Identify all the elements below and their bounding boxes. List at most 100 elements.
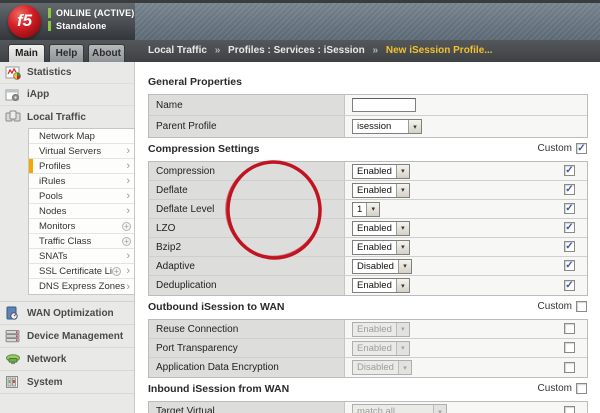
chevron-right-icon: › [126, 146, 130, 156]
row-custom-checkbox[interactable] [564, 323, 575, 334]
submenu-label: Network Map [39, 131, 95, 142]
field-label: Compression [149, 162, 345, 180]
iapp-icon [5, 88, 22, 102]
chevron-right-icon: › [126, 266, 130, 276]
logo-area: f5 ONLINE (ACTIVE) Standalone [0, 3, 135, 43]
chevron-right-icon: › [126, 282, 130, 292]
custom-checkbox[interactable] [576, 383, 587, 394]
sidebar-item-network[interactable]: Network [0, 348, 134, 371]
sidebar-item-ssl-certificate-list[interactable]: SSL Certificate List + › [29, 264, 134, 279]
field-label: Deduplication [149, 276, 345, 295]
create-plus-icon[interactable]: + [122, 222, 131, 231]
parent-profile-select[interactable]: isession ▾ [352, 119, 422, 134]
table-row: Deflate Enabled▾ ✓ [149, 181, 587, 200]
deduplication-select[interactable]: Enabled▾ [352, 278, 410, 293]
lzo-select[interactable]: Enabled▾ [352, 221, 410, 236]
sidebar-item-pools[interactable]: Pools › [29, 189, 134, 204]
submenu-label: Profiles [39, 161, 71, 172]
sidebar-item-wan-optimization[interactable]: WAN Optimization [0, 302, 134, 325]
breadcrumb-current-page: New iSession Profile... [386, 45, 493, 56]
custom-label: Custom [538, 301, 572, 312]
submenu-label: SSL Certificate List [39, 266, 119, 277]
row-custom-checkbox[interactable] [564, 362, 575, 373]
name-input[interactable] [352, 98, 416, 112]
table-row: Compression Enabled▾ ✓ [149, 162, 587, 181]
general-properties-table: Name Parent Profile isession ▾ [148, 94, 588, 138]
row-custom-checkbox[interactable]: ✓ [564, 260, 575, 271]
table-row: Deduplication Enabled▾ ✓ [149, 276, 587, 295]
field-label: Adaptive [149, 257, 345, 275]
breadcrumb-local-traffic[interactable]: Local Traffic [148, 45, 207, 56]
dropdown-arrow-icon: ▾ [396, 165, 409, 178]
create-plus-icon[interactable]: + [122, 237, 131, 246]
sidebar-item-irules[interactable]: iRules › [29, 174, 134, 189]
sidebar-item-iapp[interactable]: iApp [0, 84, 134, 106]
tab-about[interactable]: About [88, 44, 125, 62]
field-label: Name [149, 95, 345, 115]
bzip2-select[interactable]: Enabled▾ [352, 240, 410, 255]
chevron-right-icon: › [126, 191, 130, 201]
row-custom-checkbox[interactable]: ✓ [564, 280, 575, 291]
sidebar-item-nodes[interactable]: Nodes › [29, 204, 134, 219]
breadcrumb-separator-icon: » [215, 45, 221, 56]
section-title: General Properties [148, 76, 242, 88]
dropdown-arrow-icon: ▾ [366, 203, 379, 216]
deflate-select[interactable]: Enabled▾ [352, 183, 410, 198]
dropdown-arrow-icon: ▾ [408, 120, 421, 133]
submenu-label: SNATs [39, 251, 67, 262]
create-plus-icon[interactable]: + [112, 267, 121, 276]
compression-select[interactable]: Enabled▾ [352, 164, 410, 179]
sidebar-item-snats[interactable]: SNATs › [29, 249, 134, 264]
adaptive-select[interactable]: Disabled▾ [352, 259, 412, 274]
custom-checkbox[interactable]: ✓ [576, 143, 587, 154]
submenu-label: Pools [39, 191, 63, 202]
field-label: Bzip2 [149, 238, 345, 256]
table-row: LZO Enabled▾ ✓ [149, 219, 587, 238]
local-traffic-submenu: Network Map Virtual Servers › Profiles ›… [28, 128, 134, 295]
tab-help[interactable]: Help [49, 44, 84, 62]
row-custom-checkbox[interactable]: ✓ [564, 184, 575, 195]
breadcrumb-profiles-services[interactable]: Profiles : Services : iSession [228, 45, 365, 56]
sidebar-item-monitors[interactable]: Monitors + [29, 219, 134, 234]
sidebar-item-local-traffic[interactable]: Local Traffic [0, 106, 134, 128]
custom-checkbox[interactable] [576, 301, 587, 312]
field-label: Target Virtual [149, 402, 345, 413]
row-custom-checkbox[interactable]: ✓ [564, 222, 575, 233]
custom-label: Custom [538, 383, 572, 394]
sidebar-item-label: Local Traffic [27, 112, 86, 123]
sidebar-item-virtual-servers[interactable]: Virtual Servers › [29, 144, 134, 159]
status-green-bar [48, 8, 51, 18]
table-row: Parent Profile isession ▾ [149, 116, 587, 137]
submenu-label: Virtual Servers [39, 146, 101, 157]
field-label: Parent Profile [149, 116, 345, 137]
tab-main[interactable]: Main [8, 44, 45, 62]
row-custom-checkbox[interactable]: ✓ [564, 165, 575, 176]
port-transparency-select: Enabled▾ [352, 341, 410, 356]
row-custom-checkbox[interactable]: ✓ [564, 203, 575, 214]
sidebar-item-label: WAN Optimization [27, 308, 114, 319]
dropdown-arrow-icon: ▾ [396, 222, 409, 235]
row-custom-checkbox[interactable] [564, 342, 575, 353]
sidebar-item-system[interactable]: System [0, 371, 134, 394]
table-row: Reuse Connection Enabled▾ [149, 320, 587, 339]
compression-settings-table: Compression Enabled▾ ✓ Deflate Enabled▾ … [148, 161, 588, 296]
sidebar-item-network-map[interactable]: Network Map [29, 129, 134, 144]
deflate-level-select[interactable]: 1▾ [352, 202, 380, 217]
table-row: Name [149, 95, 587, 116]
sidebar-item-dns-express-zones[interactable]: DNS Express Zones › [29, 279, 134, 294]
sidebar-item-traffic-class[interactable]: Traffic Class + [29, 234, 134, 249]
device-management-icon [5, 329, 22, 343]
dropdown-arrow-icon: ▾ [433, 405, 446, 413]
row-custom-checkbox[interactable] [564, 406, 575, 413]
submenu-label: iRules [39, 176, 65, 187]
row-custom-checkbox[interactable]: ✓ [564, 241, 575, 252]
sidebar-item-device-management[interactable]: Device Management [0, 325, 134, 348]
target-virtual-select: match all▾ [352, 404, 447, 413]
sidebar-item-statistics[interactable]: Statistics [0, 62, 134, 84]
sidebar-item-profiles[interactable]: Profiles › [29, 159, 134, 174]
sidebar-item-label: Network [27, 354, 66, 365]
custom-label: Custom [538, 143, 572, 154]
status-standalone-label: Standalone [56, 21, 107, 31]
dropdown-arrow-icon: ▾ [398, 361, 411, 374]
table-row: Adaptive Disabled▾ ✓ [149, 257, 587, 276]
